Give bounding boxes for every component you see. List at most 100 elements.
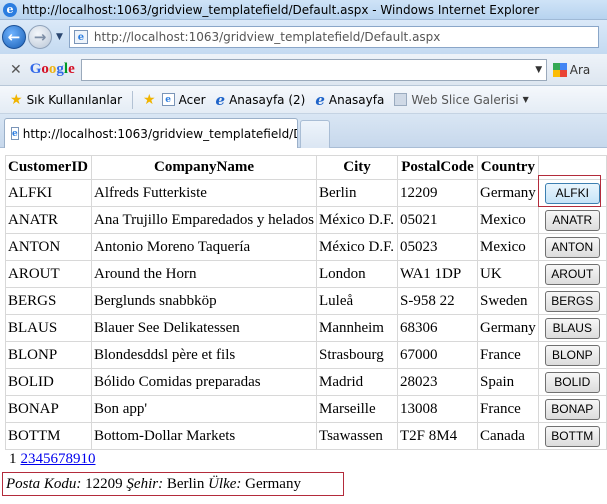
- pager-link[interactable]: 3: [28, 451, 36, 467]
- cell-customerid: ANTON: [5, 233, 92, 261]
- cell-postalcode: 05021: [396, 206, 478, 234]
- page-icon: e: [73, 30, 88, 44]
- cell-city: Berlin: [315, 179, 398, 207]
- cell-postalcode: S-958 22: [396, 287, 478, 315]
- cell-customerid: BOLID: [5, 368, 92, 396]
- cell-customerid: ANATR: [5, 206, 92, 234]
- cell-postalcode: T2F 8M4: [396, 422, 478, 450]
- table-row: BLONP Blondesddsl père et fils Strasbourg 6…: [5, 341, 607, 369]
- cell-country: France: [476, 395, 539, 423]
- select-customer-button[interactable]: BONAP: [544, 398, 600, 420]
- cell-select: BERGS: [537, 287, 607, 315]
- cell-companyname: Antonio Moreno Taquería: [91, 233, 317, 261]
- select-customer-button[interactable]: ANTON: [544, 236, 600, 258]
- tab-title: http://localhost:1063/gridview_templatef…: [22, 126, 298, 141]
- grid-pager: 1 2345678910: [9, 451, 96, 468]
- select-customer-button[interactable]: BLAUS: [544, 317, 600, 339]
- favorite-item-label: Acer: [178, 92, 206, 107]
- favorite-item-label: Web Slice Galerisi: [411, 92, 519, 107]
- select-customer-button[interactable]: AROUT: [544, 263, 600, 285]
- header-city: City: [315, 155, 398, 180]
- select-customer-button[interactable]: BOTTM: [544, 425, 600, 447]
- search-dropdown-icon[interactable]: ▼: [532, 65, 546, 75]
- pager-link[interactable]: 6: [51, 451, 59, 467]
- pager-link[interactable]: 9: [73, 451, 81, 467]
- page-icon: e: [161, 93, 175, 106]
- favorite-item-web-slice[interactable]: Web Slice Galerisi ▼: [394, 92, 529, 107]
- cell-postalcode: 12209: [396, 179, 478, 207]
- cell-companyname: Berglunds snabbköp: [91, 287, 317, 315]
- page-content: CustomerID CompanyName City PostalCode C…: [0, 148, 607, 504]
- cell-select: ANTON: [537, 233, 607, 261]
- favorite-item-label: Anasayfa: [328, 92, 385, 107]
- select-customer-button[interactable]: ALFKI: [544, 182, 600, 204]
- address-url[interactable]: http://localhost:1063/gridview_templatef…: [94, 30, 440, 44]
- ie-icon: e: [215, 90, 226, 109]
- pager-link[interactable]: 2: [21, 451, 29, 467]
- country-value: Germany: [245, 476, 301, 492]
- header-postalcode: PostalCode: [396, 155, 478, 180]
- header-country: Country: [476, 155, 539, 180]
- favorites-bar: ★ Sık Kullanılanlar ★ e Acer e Anasayfa …: [0, 86, 607, 114]
- google-search-button-label: Ara: [569, 62, 591, 77]
- cell-city: Marseille: [315, 395, 398, 423]
- favorite-item-anasayfa[interactable]: e Anasayfa: [315, 91, 384, 109]
- pager-link[interactable]: 8: [66, 451, 74, 467]
- cell-postalcode: 13008: [396, 395, 478, 423]
- address-bar[interactable]: e http://localhost:1063/gridview_templat…: [68, 26, 599, 48]
- table-row: ALFKI Alfreds Futterkiste Berlin 12209 Germa…: [5, 179, 607, 207]
- pager-link[interactable]: 10: [81, 451, 96, 467]
- country-label: Ülke:: [208, 476, 242, 492]
- cell-companyname: Blondesddsl père et fils: [91, 341, 317, 369]
- favorite-item-acer[interactable]: e Acer: [161, 92, 206, 107]
- pager-link[interactable]: 4: [36, 451, 44, 467]
- table-row: BLAUS Blauer See Delikatessen Mannheim 6830…: [5, 314, 607, 342]
- cell-customerid: BLONP: [5, 341, 92, 369]
- navigation-bar: ← → ▼ e http://localhost:1063/gridview_t…: [0, 20, 607, 54]
- add-favorite-button[interactable]: ★: [143, 92, 160, 108]
- select-customer-button[interactable]: ANATR: [544, 209, 600, 231]
- back-button[interactable]: ←: [2, 25, 26, 49]
- select-customer-button[interactable]: BERGS: [544, 290, 600, 312]
- ie-logo-icon: e: [3, 2, 17, 17]
- postal-value: 12209: [85, 476, 123, 492]
- pager-current-page: 1: [9, 451, 17, 467]
- table-row: AROUT Around the Horn London WA1 1DP UK AROUT: [5, 260, 607, 288]
- tab-default-aspx[interactable]: e http://localhost:1063/gridview_templat…: [4, 118, 298, 148]
- cell-postalcode: 28023: [396, 368, 478, 396]
- forward-arrow-icon: →: [33, 28, 47, 46]
- pager-link[interactable]: 5: [43, 451, 51, 467]
- favorite-item-anasayfa-2[interactable]: e Anasayfa (2): [216, 91, 306, 109]
- window-title: http://localhost:1063/gridview_templatef…: [22, 2, 540, 17]
- customers-gridview: CustomerID CompanyName City PostalCode C…: [5, 155, 607, 450]
- city-value: Berlin: [166, 476, 205, 492]
- cell-postalcode: WA1 1DP: [396, 260, 478, 288]
- ie-icon: e: [315, 90, 325, 109]
- cell-country: Spain: [476, 368, 539, 396]
- select-customer-button[interactable]: BLONP: [544, 344, 600, 366]
- cell-country: France: [476, 341, 539, 369]
- web-slice-icon: [394, 93, 408, 106]
- favorites-button[interactable]: ★ Sık Kullanılanlar: [10, 92, 122, 108]
- cell-city: Madrid: [315, 368, 398, 396]
- close-toolbar-icon[interactable]: ✕: [10, 62, 22, 78]
- recent-pages-dropdown-icon[interactable]: ▼: [56, 32, 63, 42]
- header-customerid: CustomerID: [5, 155, 92, 180]
- cell-companyname: Bottom-Dollar Markets: [91, 422, 317, 450]
- pager-link[interactable]: 7: [58, 451, 66, 467]
- forward-button[interactable]: →: [28, 25, 52, 49]
- chevron-down-icon: ▼: [522, 95, 529, 104]
- cell-customerid: BONAP: [5, 395, 92, 423]
- google-search-input[interactable]: ▼: [80, 58, 547, 81]
- cell-select: BOLID: [537, 368, 607, 396]
- cell-country: UK: [476, 260, 539, 288]
- select-customer-button[interactable]: BOLID: [544, 371, 600, 393]
- table-row: ANATR Ana Trujillo Emparedados y helados M…: [5, 206, 607, 234]
- cell-select: AROUT: [537, 260, 607, 288]
- google-search-button[interactable]: Ara: [552, 62, 591, 77]
- google-toolbar: ✕ Google ▼ Ara: [0, 54, 607, 86]
- new-tab-button[interactable]: [300, 120, 330, 148]
- cell-customerid: ALFKI: [5, 179, 92, 207]
- cell-city: Luleå: [315, 287, 398, 315]
- cell-select: ANATR: [537, 206, 607, 234]
